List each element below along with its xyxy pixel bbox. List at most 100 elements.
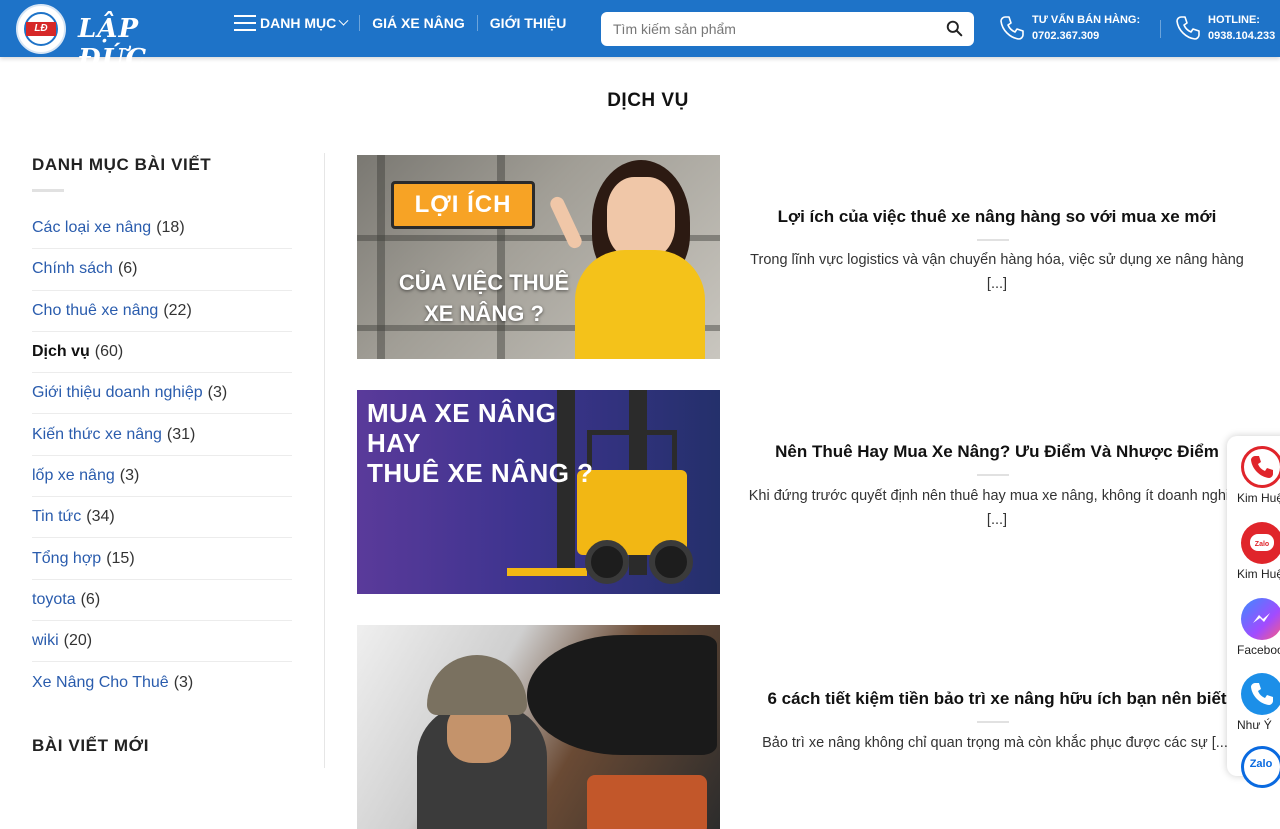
category-count: (6) (117, 260, 138, 278)
category-link[interactable]: wiki (32, 632, 59, 650)
search-box (601, 12, 974, 46)
category-link[interactable]: Kiến thức xe nâng (32, 426, 162, 444)
logo-text: LẬP ĐỨC (78, 14, 148, 74)
svg-text:Zalo: Zalo (1255, 541, 1269, 548)
nav-label: GIÁ XE NÂNG (372, 15, 465, 31)
category-count: (3) (119, 466, 140, 484)
category-link[interactable]: Cho thuê xe nâng (32, 302, 158, 320)
thumb-badge: LỢI ÍCH (391, 181, 535, 229)
post-thumbnail[interactable]: LỢI ÍCH CỦA VIỆC THUÊ XE NÂNG ? (357, 155, 720, 359)
phone-icon (1000, 16, 1024, 40)
category-link[interactable]: Chính sách (32, 260, 113, 278)
category-link[interactable]: toyota (32, 591, 76, 609)
post-text: Nên Thuê Hay Mua Xe Nâng? Ưu Điểm Và Như… (742, 390, 1252, 594)
post-excerpt: Khi đứng trước quyết định nên thuê hay m… (748, 488, 1246, 528)
category-link[interactable]: Dịch vụ (32, 343, 90, 361)
post-text: 6 cách tiết kiệm tiền bảo trì xe nâng hữ… (742, 625, 1252, 829)
post-card: LỢI ÍCH CỦA VIỆC THUÊ XE NÂNG ? Lợi ích … (357, 155, 1257, 359)
category-list: Các loại xe nâng (18) Chính sách (6) Cho t… (32, 208, 292, 704)
thumb-caption: CỦA VIỆC THUÊ XE NÂNG ? (377, 267, 591, 329)
category-count: (18) (156, 219, 185, 237)
title-underline (32, 189, 64, 192)
category-count: (22) (163, 301, 192, 319)
category-item[interactable]: toyota (6) (32, 580, 292, 621)
page-title: DỊCH VỤ (607, 90, 689, 111)
categories-title: DANH MỤC BÀI VIẾT (32, 155, 212, 174)
chevron-down-icon (338, 15, 349, 26)
nav-danh-muc[interactable]: DANH MỤC (234, 0, 359, 46)
category-count: (3) (207, 384, 228, 402)
search-icon[interactable] (946, 20, 963, 37)
svg-text:Zalo: Zalo (1250, 758, 1273, 770)
thumb-line: CỦA VIỆC THUÊ (398, 270, 570, 295)
hotline-number: 0938.104.233 (1208, 30, 1276, 42)
post-divider (977, 239, 1009, 241)
category-item[interactable]: Tổng hợp (15) (32, 538, 292, 580)
thumb-line: MUA XE NÂNG (367, 398, 557, 428)
main-nav: DANH MỤC GIÁ XE NÂNG GIỚI THIỆU (234, 0, 578, 46)
sales-label: TƯ VẤN BÁN HÀNG: (1032, 14, 1141, 26)
post-excerpt: Trong lĩnh vực logistics và vận chuyển h… (750, 252, 1244, 292)
category-item[interactable]: Tin tức (34) (32, 497, 292, 539)
post-card: 6 cách tiết kiệm tiền bảo trì xe nâng hữ… (357, 625, 1257, 829)
messenger-icon (1241, 598, 1280, 640)
sales-number: 0702.367.309 (1032, 30, 1100, 42)
thumb-line: HAY (367, 428, 422, 458)
thumb-line: XE NÂNG ? (424, 301, 544, 326)
category-count: (34) (86, 508, 115, 526)
category-item[interactable]: Xe Nâng Cho Thuê (3) (32, 662, 292, 703)
hamburger-icon (234, 15, 256, 31)
zalo-icon: Zalo (1241, 746, 1280, 788)
nav-label: GIỚI THIỆU (489, 15, 567, 31)
logo-badge: LĐ (26, 22, 56, 36)
category-link[interactable]: Giới thiệu doanh nghiệp (32, 384, 203, 402)
category-link[interactable]: Các loại xe nâng (32, 219, 151, 237)
post-title[interactable]: Lợi ích của việc thuê xe nâng hàng so vớ… (742, 207, 1252, 227)
post-thumbnail[interactable] (357, 625, 720, 829)
recent-posts-title: BÀI VIẾT MỚI (32, 736, 150, 755)
category-item-active[interactable]: Dịch vụ (60) (32, 332, 292, 374)
category-item[interactable]: Chính sách (6) (32, 249, 292, 291)
category-count: (6) (80, 590, 101, 608)
category-link[interactable]: Tin tức (32, 508, 81, 526)
hotline-label: HOTLINE: (1208, 14, 1260, 26)
category-count: (31) (166, 425, 196, 443)
category-item[interactable]: Kiến thức xe nâng (31) (32, 414, 292, 456)
float-label: Như Ý (1237, 718, 1272, 732)
category-link[interactable]: lốp xe nâng (32, 467, 115, 485)
post-title[interactable]: Nên Thuê Hay Mua Xe Nâng? Ưu Điểm Và Như… (742, 442, 1252, 462)
post-divider (977, 474, 1009, 476)
phone-icon (1241, 446, 1280, 488)
post-title[interactable]: 6 cách tiết kiệm tiền bảo trì xe nâng hữ… (742, 689, 1252, 709)
logo-emblem: LĐ (16, 4, 66, 54)
sales-contact[interactable]: TƯ VẤN BÁN HÀNG: 0702.367.309 (998, 12, 1140, 44)
post-text: Lợi ích của việc thuê xe nâng hàng so vớ… (742, 155, 1252, 359)
post-excerpt: Bảo trì xe nâng không chỉ quan trọng mà … (762, 735, 1232, 751)
site-logo[interactable]: LĐ LẬP ĐỨC (16, 4, 166, 74)
category-item[interactable]: lốp xe nâng (3) (32, 456, 292, 498)
hotline-contact[interactable]: HOTLINE: 0938.104.233 (1174, 12, 1275, 44)
category-item[interactable]: Giới thiệu doanh nghiệp (3) (32, 373, 292, 415)
category-count: (3) (173, 673, 194, 691)
post-thumbnail[interactable]: MUA XE NÂNG HAY THUÊ XE NÂNG ? (357, 390, 720, 594)
phone-icon (1241, 673, 1280, 715)
category-item[interactable]: Cho thuê xe nâng (22) (32, 291, 292, 332)
category-item[interactable]: wiki (20) (32, 621, 292, 663)
category-count: (60) (94, 343, 124, 361)
nav-label: DANH MỤC (260, 15, 337, 31)
category-link[interactable]: Tổng hợp (32, 550, 101, 568)
mechanic-image (527, 635, 717, 755)
post-divider (977, 721, 1009, 723)
category-item[interactable]: Các loại xe nâng (18) (32, 208, 292, 250)
site-header: LĐ LẬP ĐỨC DANH MỤC GIÁ XE NÂNG GIỚI THI… (0, 0, 1280, 74)
search-input[interactable] (601, 12, 931, 46)
float-label: Kim Huệ (1237, 567, 1280, 581)
category-link[interactable]: Xe Nâng Cho Thuê (32, 674, 169, 692)
sidebar-divider (324, 153, 325, 768)
float-label: Facebook (1237, 643, 1280, 657)
zalo-icon: Zalo (1241, 522, 1280, 564)
nav-gia-xe-nang[interactable]: GIÁ XE NÂNG (360, 0, 477, 46)
thumb-caption: MUA XE NÂNG HAY THUÊ XE NÂNG ? (367, 398, 594, 488)
category-count: (20) (63, 632, 93, 650)
nav-gioi-thieu[interactable]: GIỚI THIỆU (478, 0, 579, 46)
